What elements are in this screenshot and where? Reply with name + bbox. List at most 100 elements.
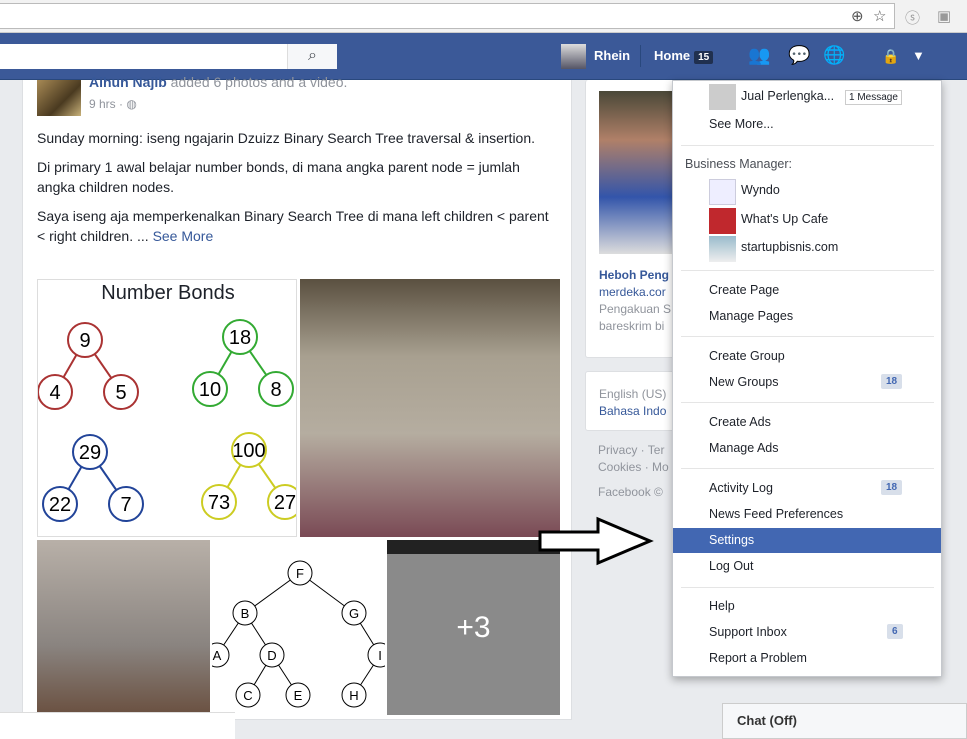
bond-number: 5 — [115, 382, 126, 404]
profile-link[interactable]: Rhein — [594, 48, 630, 63]
tree-node-label: G — [349, 606, 359, 621]
more-photos-count: +3 — [456, 611, 491, 644]
menu-help[interactable]: Help — [709, 599, 735, 613]
tree-node-label: C — [243, 688, 252, 703]
home-link[interactable]: Home 15 — [654, 48, 714, 64]
bond-number: 18 — [229, 327, 251, 349]
menu-log-out[interactable]: Log Out — [709, 559, 753, 573]
author-avatar[interactable] — [37, 80, 81, 116]
home-label: Home — [654, 48, 691, 63]
bond-number: 73 — [208, 492, 230, 514]
language-card: English (US) Bahasa Indo — [585, 371, 675, 431]
menu-support-inbox[interactable]: Support Inbox — [709, 625, 787, 639]
tree-diagram-photo[interactable]: F B G A D I C E H — [212, 540, 385, 715]
search-button[interactable]: ⌕ — [287, 44, 337, 69]
language-link[interactable]: Bahasa Indo — [599, 404, 666, 418]
business-startupbisnis[interactable]: startupbisnis.com — [741, 240, 838, 254]
new-groups-badge: 18 — [881, 374, 903, 389]
author-name[interactable]: Aihun Najib — [89, 74, 167, 90]
copyright: Facebook © — [598, 485, 663, 499]
article-headline[interactable]: Heboh Peng — [599, 268, 669, 282]
support-inbox-badge: 6 — [887, 624, 903, 639]
footer-links[interactable]: Cookies · Mo — [598, 460, 669, 474]
menu-settings[interactable]: Settings — [673, 528, 941, 553]
messenger-icon[interactable]: 💬 — [788, 45, 810, 66]
browser-toolbar: ⊕ ☆ ⓢ ▣ — [0, 0, 967, 33]
chat-sidebar-toggle[interactable]: Chat (Off) — [722, 703, 967, 739]
bond-number: 4 — [49, 382, 60, 404]
post-paragraph: Sunday morning: iseng ngajarin Dzuizz Bi… — [37, 130, 536, 146]
menu-page-item[interactable]: Jual Perlengka... — [741, 89, 834, 103]
footer-links[interactable]: Privacy · Ter — [598, 443, 664, 457]
menu-create-ads[interactable]: Create Ads — [709, 415, 771, 429]
post-time[interactable]: 9 hrs — [89, 97, 116, 111]
article-desc: bareskrim bi — [599, 319, 665, 333]
post-paragraph: Di primary 1 awal belajar number bonds, … — [37, 159, 520, 195]
tree-node-label: B — [241, 606, 250, 621]
arrow-annotation-icon — [538, 516, 654, 566]
ceiling-photo[interactable] — [300, 279, 560, 537]
tree-node — [367, 642, 385, 668]
bond-number: 8 — [270, 379, 281, 401]
see-more-link[interactable]: See More — [153, 228, 214, 244]
globe-icon: ◍ — [126, 97, 137, 111]
bond-number: 7 — [120, 494, 131, 516]
cafe-thumbnail — [709, 208, 736, 234]
number-bonds-photo[interactable]: 9 4 5 18 10 8 29 22 7 100 73 27 Number Bonds — [37, 279, 297, 537]
article-image[interactable] — [599, 91, 676, 254]
more-photos-tile[interactable]: +3 — [387, 540, 560, 715]
address-bar[interactable] — [0, 3, 895, 29]
skype-icon[interactable]: ⓢ — [905, 7, 920, 28]
wyndo-thumbnail — [709, 179, 736, 205]
menu-see-more[interactable]: See More... — [709, 117, 774, 131]
bond-number: 22 — [49, 494, 71, 516]
trending-article-card[interactable]: Heboh Peng merdeka.cor Pengakuan S bares… — [585, 80, 676, 358]
devtools-icon[interactable]: ▣ — [937, 7, 951, 25]
menu-news-feed-preferences[interactable]: News Feed Preferences — [709, 507, 843, 521]
tree-node-label: H — [349, 688, 358, 703]
chat-label: Chat (Off) — [737, 713, 797, 728]
zoom-icon[interactable]: ⊕ — [851, 7, 864, 25]
tree-node-label: F — [296, 566, 304, 581]
bond-number: 100 — [232, 440, 265, 462]
menu-new-groups[interactable]: New Groups — [709, 375, 778, 389]
activity-log-badge: 18 — [881, 480, 903, 495]
current-language: English (US) — [599, 387, 667, 401]
star-icon[interactable]: ☆ — [873, 7, 886, 25]
business-wyndo[interactable]: Wyndo — [741, 183, 780, 197]
friend-requests-icon[interactable]: 👥 — [748, 45, 770, 66]
menu-create-page[interactable]: Create Page — [709, 283, 779, 297]
business-whats-up-cafe[interactable]: What's Up Cafe — [741, 212, 828, 226]
home-badge: 15 — [694, 51, 714, 64]
menu-activity-log[interactable]: Activity Log — [709, 481, 773, 495]
menu-create-group[interactable]: Create Group — [709, 349, 785, 363]
notifications-globe-icon[interactable]: 🌐 — [823, 45, 845, 66]
bottom-bar — [0, 712, 235, 739]
account-dropdown-menu: Jual Perlengka... 1 Message See More... … — [672, 80, 942, 677]
number-bonds-title: Number Bonds — [101, 282, 235, 304]
bond-number: 10 — [199, 379, 221, 401]
tree-node-label: D — [267, 648, 276, 663]
tree-node-label: I — [378, 648, 382, 663]
search-input[interactable]: ⌕ — [0, 44, 337, 69]
startupbisnis-thumbnail — [709, 236, 736, 262]
article-desc: Pengakuan S — [599, 302, 672, 316]
tree-node-label: A — [213, 648, 222, 663]
account-menu-caret-icon[interactable]: ▼ — [912, 48, 925, 63]
page-thumbnail — [709, 84, 736, 110]
menu-manage-ads[interactable]: Manage Ads — [709, 441, 779, 455]
post-action: added 6 photos and a video. — [170, 74, 348, 90]
menu-manage-pages[interactable]: Manage Pages — [709, 309, 793, 323]
user-avatar[interactable] — [561, 44, 586, 69]
child-room-photo[interactable] — [37, 540, 210, 715]
business-manager-header: Business Manager: — [685, 157, 793, 171]
feed-post: Aihun Najib added 6 photos and a video. … — [22, 74, 572, 720]
menu-report-problem[interactable]: Report a Problem — [709, 651, 807, 665]
privacy-lock-icon[interactable]: 🔒 — [882, 48, 899, 65]
post-paragraph: Saya iseng aja memperkenalkan Binary Sea… — [37, 208, 549, 244]
tree-node-label: E — [294, 688, 303, 703]
facebook-topbar: ⌕ Rhein Home 15 👥 💬 🌐 🔒 ▼ — [0, 33, 967, 80]
bond-number: 9 — [79, 330, 90, 352]
article-source[interactable]: merdeka.cor — [599, 285, 666, 299]
bond-number: 29 — [79, 442, 101, 464]
